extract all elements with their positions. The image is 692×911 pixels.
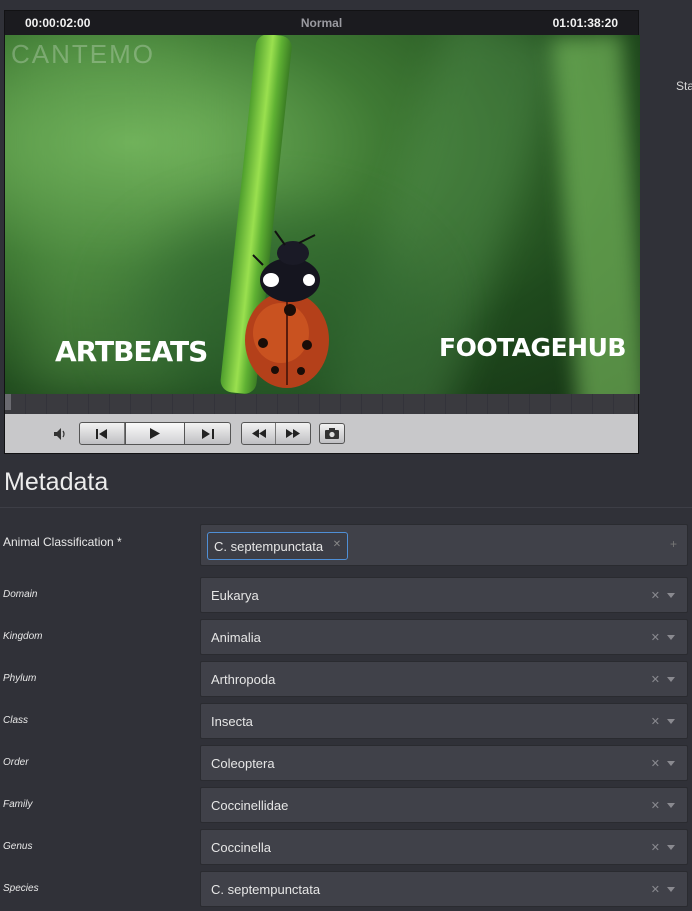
class-label: Class: [3, 715, 29, 726]
metadata-divider: [0, 507, 692, 508]
domain-select[interactable]: Eukarya ✕: [200, 577, 688, 613]
domain-label: Domain: [3, 589, 38, 600]
species-label: Species: [3, 883, 39, 894]
genus-label: Genus: [3, 841, 33, 852]
class-value: Insecta: [211, 714, 253, 729]
chevron-down-icon[interactable]: [667, 593, 675, 598]
metadata-heading: Metadata: [4, 468, 109, 496]
playback-mode[interactable]: Normal: [301, 16, 342, 30]
skip-back-button[interactable]: [80, 423, 125, 444]
clear-icon[interactable]: ✕: [651, 757, 660, 770]
play-button[interactable]: [125, 423, 185, 444]
timecode-bar: 00:00:02:00 Normal 01:01:38:20: [5, 11, 638, 35]
clear-icon[interactable]: ✕: [651, 631, 660, 644]
total-timecode: 01:01:38:20: [552, 16, 618, 30]
family-value: Coccinellidae: [211, 798, 289, 813]
camera-icon: [325, 428, 339, 439]
chevron-down-icon[interactable]: [667, 845, 675, 850]
current-timecode: 00:00:02:00: [25, 16, 91, 30]
chevron-down-icon[interactable]: [667, 887, 675, 892]
play-icon: [150, 428, 160, 439]
genus-select[interactable]: Coccinella ✕: [200, 829, 688, 865]
skip-back-icon: [96, 428, 107, 439]
order-label: Order: [3, 757, 29, 768]
clear-icon[interactable]: ✕: [651, 799, 660, 812]
chevron-down-icon[interactable]: [667, 719, 675, 724]
species-select[interactable]: C. septempunctata ✕: [200, 871, 688, 907]
phylum-label: Phylum: [3, 673, 37, 684]
fast-forward-button[interactable]: [276, 423, 310, 444]
fast-forward-icon: [286, 429, 300, 438]
transport-buttons: [79, 422, 231, 445]
skip-forward-icon: [201, 428, 214, 439]
chevron-down-icon[interactable]: [667, 635, 675, 640]
clear-icon[interactable]: ✕: [651, 841, 660, 854]
ladybug-image: [245, 230, 329, 388]
family-select[interactable]: Coccinellidae ✕: [200, 787, 688, 823]
clear-icon[interactable]: ✕: [651, 673, 660, 686]
skip-forward-button[interactable]: [185, 423, 230, 444]
kingdom-select[interactable]: Animalia ✕: [200, 619, 688, 655]
add-icon[interactable]: +: [670, 537, 677, 551]
clear-icon[interactable]: ✕: [651, 589, 660, 602]
phylum-select[interactable]: Arthropoda ✕: [200, 661, 688, 697]
kingdom-label: Kingdom: [3, 631, 43, 642]
chevron-down-icon[interactable]: [667, 677, 675, 682]
seek-buttons: [241, 422, 311, 445]
clear-icon[interactable]: ✕: [651, 883, 660, 896]
video-frame[interactable]: CANTEMO ARTBEATS FOOTAGEHUB: [5, 35, 640, 394]
order-select[interactable]: Coleoptera ✕: [200, 745, 688, 781]
phylum-value: Arthropoda: [211, 672, 276, 687]
family-label: Family: [3, 799, 33, 810]
footagehub-logo: FOOTAGEHUB: [439, 333, 626, 362]
remove-tag-icon[interactable]: ✕: [333, 539, 341, 550]
species-value: C. septempunctata: [211, 882, 321, 897]
snapshot-button[interactable]: [319, 423, 345, 444]
rewind-button[interactable]: [242, 423, 276, 444]
player-controls: [5, 414, 638, 453]
chevron-down-icon[interactable]: [667, 761, 675, 766]
animal-classification-field[interactable]: C. septempunctata ✕ +: [200, 524, 688, 566]
playhead-handle[interactable]: [5, 394, 11, 410]
side-panel-label: Sta: [676, 79, 692, 93]
artbeats-logo: ARTBEATS: [55, 335, 208, 368]
genus-value: Coccinella: [211, 840, 271, 855]
video-player: 00:00:02:00 Normal 01:01:38:20 CANTEMO A…: [4, 10, 640, 454]
animal-classification-label: Animal Classification *: [3, 535, 122, 549]
volume-icon[interactable]: [53, 426, 69, 442]
timeline-scrubber[interactable]: [5, 394, 638, 414]
classification-tag[interactable]: C. septempunctata ✕: [207, 532, 349, 560]
class-select[interactable]: Insecta ✕: [200, 703, 688, 739]
rewind-icon: [251, 429, 266, 438]
kingdom-value: Animalia: [211, 630, 261, 645]
clear-icon[interactable]: ✕: [651, 715, 660, 728]
classification-tag-label: C. septempunctata: [214, 538, 324, 554]
order-value: Coleoptera: [211, 756, 275, 771]
chevron-down-icon[interactable]: [667, 803, 675, 808]
domain-value: Eukarya: [211, 588, 259, 603]
cantemo-watermark: CANTEMO: [11, 39, 155, 69]
